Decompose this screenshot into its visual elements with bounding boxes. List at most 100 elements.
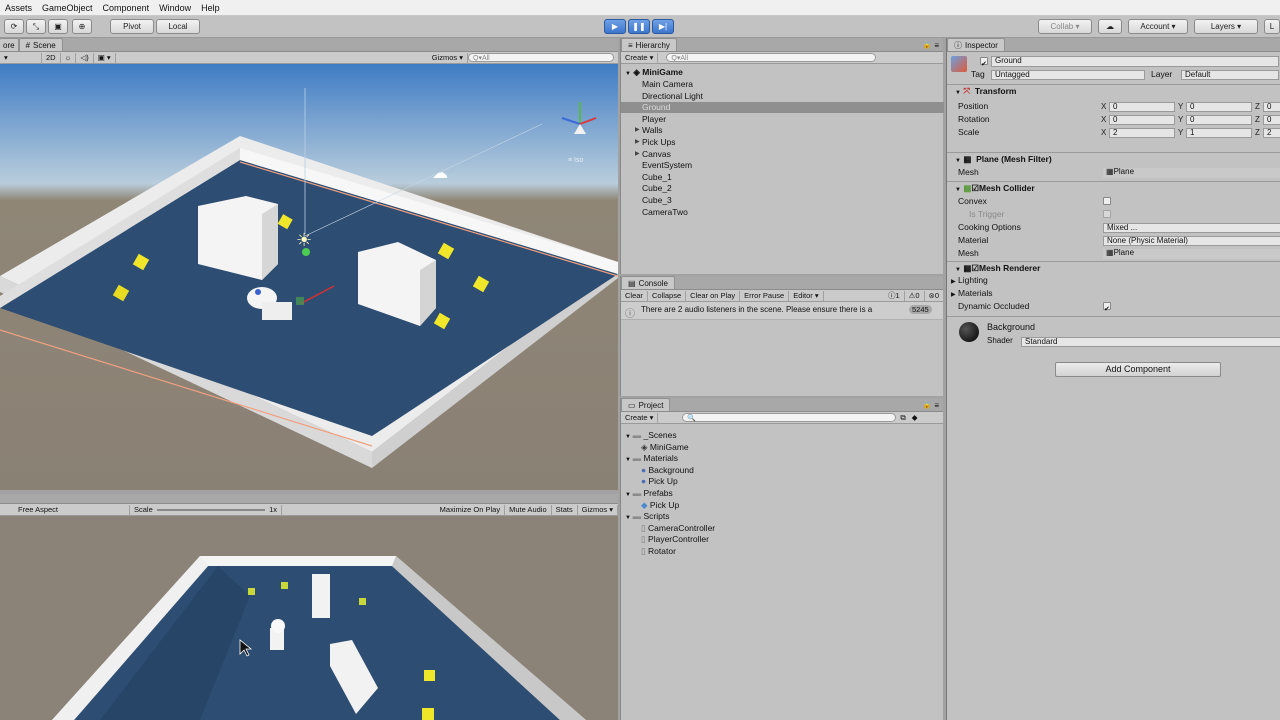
mesh-filter-header[interactable]: ▼ ▦ Plane (Mesh Filter) [947,152,1280,166]
cooking-options-dropdown[interactable]: Mixed ... [1103,223,1280,233]
axis-label[interactable]: X [1101,102,1106,111]
tab-inspector[interactable]: ⓘ Inspector [947,38,1005,51]
console-error-filter[interactable]: ⊗ 0 [925,291,943,301]
shading-mode-dropdown[interactable]: ▾ [0,52,42,63]
axis-label[interactable]: Y [1178,115,1183,124]
axis-label[interactable]: Z [1255,128,1260,137]
game-gizmos-dropdown[interactable]: Gizmos ▾ [578,504,618,515]
materials-foldout[interactable]: ▶ Materials [951,287,992,299]
expand-triangle-icon[interactable]: ▼ [625,434,633,440]
axis-label[interactable]: Y [1178,102,1183,111]
pivot-toggle[interactable]: Pivot [110,19,154,34]
axis-label[interactable]: Y [1178,128,1183,137]
cloud-button[interactable]: ☁ [1098,19,1122,34]
tab-store[interactable]: ore [0,38,19,51]
hierarchy-item[interactable]: ▶ Walls [635,125,662,136]
mesh-renderer-enabled-check-icon[interactable]: ☑ [971,263,979,273]
project-tree-item[interactable]: ▼ ▬ Scripts [625,511,669,521]
console-error-pause-toggle[interactable]: Error Pause [740,290,790,301]
effects-dropdown-icon[interactable]: ▣ ▾ [94,52,116,63]
menu-gameobject[interactable]: GameObject [37,3,98,13]
layout-dropdown[interactable]: L [1264,19,1280,34]
scale-y-field[interactable]: 1 [1186,128,1252,138]
pause-button[interactable]: ❚❚ [628,19,650,34]
collapsed-triangle-icon[interactable]: ▶ [635,137,640,148]
step-button[interactable]: ▶| [652,19,674,34]
scale-tool-icon[interactable]: ⤡ [26,19,46,34]
mute-audio-toggle[interactable]: Mute Audio [505,504,552,515]
shader-dropdown[interactable]: Standard [1021,337,1280,347]
axis-label[interactable]: Z [1255,102,1260,111]
hierarchy-item[interactable]: CameraTwo [642,207,688,218]
filter-by-label-icon[interactable]: ◆ [912,413,918,422]
project-create-dropdown[interactable]: Create ▾ [621,412,659,423]
console-collapse-toggle[interactable]: Collapse [648,290,687,301]
console-message-row[interactable]: ⓘ There are 2 audio listeners in the sce… [621,302,943,320]
scale-x-field[interactable]: 2 [1109,128,1175,138]
position-z-field[interactable]: 0 [1263,102,1280,112]
project-tree-item[interactable]: ▼ ▬ Materials [625,453,678,463]
project-tree-item[interactable]: ● Pick Up [641,476,678,486]
project-tree-item[interactable]: ▼ ▬ Prefabs [625,488,673,498]
transform-header[interactable]: ▼ ⤧ Transform [947,84,1280,98]
axis-label[interactable]: Z [1255,115,1260,124]
rotate-tool-icon[interactable]: ⟳ [4,19,24,34]
project-tree-item[interactable]: ◆ Pick Up [641,500,679,511]
expand-triangle-icon[interactable]: ▼ [625,492,633,498]
scene-search-input[interactable]: Q▾All [468,53,614,62]
hierarchy-item[interactable]: EventSystem [642,160,692,171]
hierarchy-item[interactable]: Cube_3 [642,195,672,206]
console-clear-on-play-toggle[interactable]: Clear on Play [686,290,741,301]
tab-scene[interactable]: # Scene [18,38,63,51]
menu-component[interactable]: Component [98,3,155,13]
hierarchy-scene-row[interactable]: ▼ ◈ MiniGame [625,67,683,78]
scale-z-field[interactable]: 2 [1263,128,1280,138]
project-tree-item[interactable]: ▼ ▬ _Scenes [625,430,677,440]
hierarchy-item[interactable]: ▶ Canvas [635,149,671,160]
maximize-on-play-toggle[interactable]: Maximize On Play [436,504,506,515]
hierarchy-item[interactable]: Ground [621,102,944,114]
stats-toggle[interactable]: Stats [552,504,578,515]
play-button[interactable]: ▶ [604,19,626,34]
menu-window[interactable]: Window [154,3,196,13]
console-warning-filter[interactable]: ⚠ 0 [905,290,925,301]
tag-dropdown[interactable]: Untagged [991,70,1145,80]
lighting-toggle-icon[interactable]: ☼ [61,52,77,63]
rotation-y-field[interactable]: 0 [1186,115,1252,125]
project-lock-icon[interactable]: 🔒 [923,401,932,409]
mesh-renderer-header[interactable]: ▼ ▦☑Mesh Renderer [947,261,1280,275]
axis-label[interactable]: X [1101,128,1106,137]
collab-button[interactable]: Collab ▾ [1038,19,1092,34]
scale-slider-track[interactable] [156,508,266,511]
mesh-collider-header[interactable]: ▼ ▦☑Mesh Collider [947,181,1280,195]
menu-icon[interactable]: ≡ [934,41,939,50]
collapsed-triangle-icon[interactable]: ▶ [635,125,640,136]
mesh-filter-mesh-field[interactable]: ▦Plane [1103,168,1280,178]
hierarchy-item[interactable]: Cube_1 [642,172,672,183]
console-clear-button[interactable]: Clear [621,290,648,301]
project-tree-item[interactable]: ▯ CameraController [641,523,715,534]
active-checkbox[interactable]: ✔ [980,57,988,68]
rect-tool-icon[interactable]: ▣ [48,19,68,34]
console-info-filter[interactable]: ⓘ 1 [884,290,905,301]
mesh-collider-enabled-check-icon[interactable]: ☑ [971,183,979,193]
audio-toggle-icon[interactable]: ◁) [76,52,94,63]
aspect-dropdown[interactable]: Free Aspect [0,504,130,515]
collider-material-field[interactable]: None (Physic Material) [1103,236,1280,246]
expand-triangle-icon[interactable]: ▼ [625,457,633,463]
object-name-field[interactable]: Ground [991,56,1279,67]
rotation-z-field[interactable]: 0 [1263,115,1280,125]
position-x-field[interactable]: 0 [1109,102,1175,112]
layers-dropdown[interactable]: Layers ▾ [1194,19,1258,34]
hierarchy-item[interactable]: Main Camera [642,79,693,90]
console-editor-dropdown[interactable]: Editor ▾ [789,290,824,301]
hierarchy-search-input[interactable]: Q▾All [666,53,877,62]
dynamic-occluded-checkbox[interactable]: ✔ [1103,302,1111,313]
add-component-button[interactable]: Add Component [1055,362,1221,377]
project-search-input[interactable]: 🔍 [682,413,897,422]
layer-dropdown[interactable]: Default [1181,70,1279,80]
expand-triangle-icon[interactable]: ▼ [625,515,633,521]
rotation-x-field[interactable]: 0 [1109,115,1175,125]
convex-checkbox[interactable] [1103,197,1111,205]
is-trigger-checkbox[interactable] [1103,210,1111,218]
